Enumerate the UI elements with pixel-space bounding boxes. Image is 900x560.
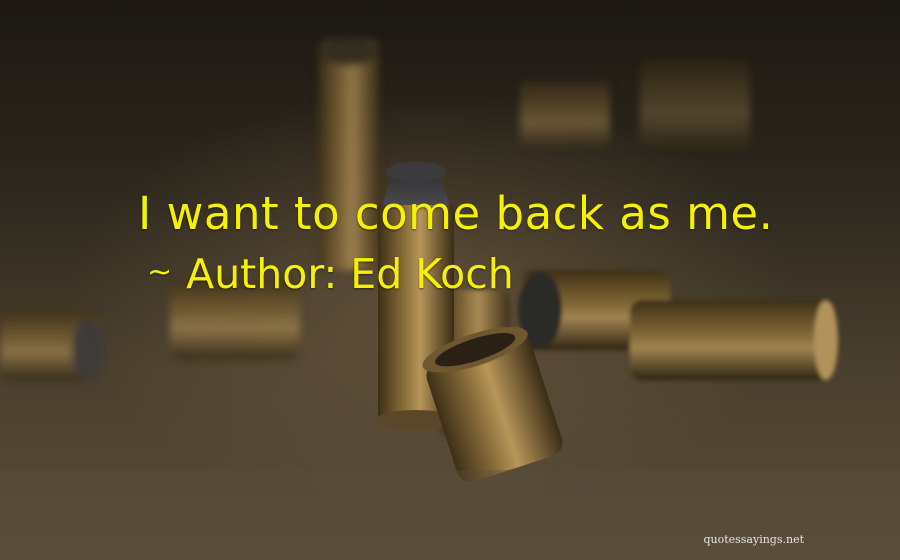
quote-text: I want to come back as me. [138,187,774,240]
site-watermark: quotessayings.net [703,533,804,546]
author-name: Author: Ed Koch [186,250,514,298]
quote-author: ~ Author: Ed Koch [147,246,514,301]
quote-image: I want to come back as me. ~ Author: Ed K… [0,0,900,560]
author-tilde: ~ [147,255,173,290]
